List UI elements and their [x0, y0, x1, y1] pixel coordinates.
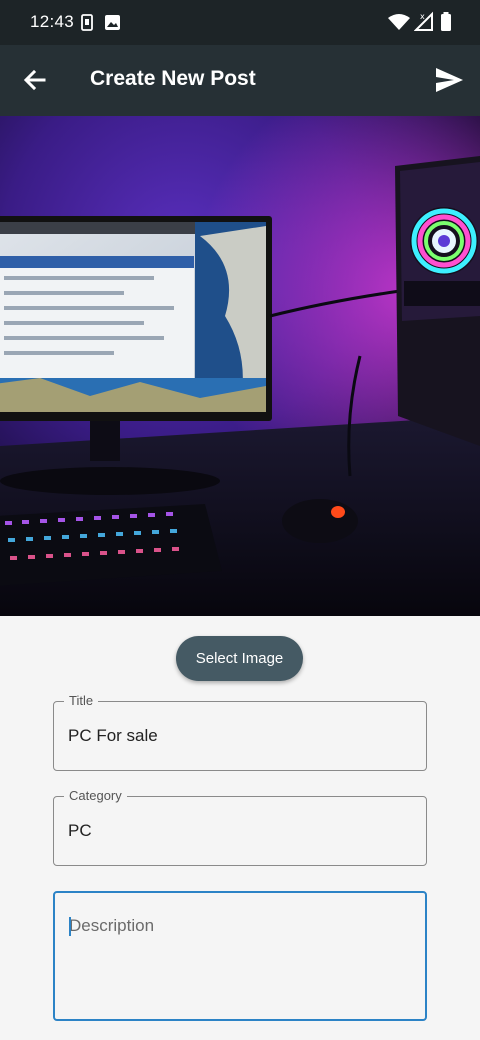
vibrate-icon — [81, 14, 93, 31]
title-field-label: Title — [64, 693, 99, 708]
page-title: Create New Post — [90, 67, 256, 90]
text-cursor — [69, 917, 71, 936]
category-field[interactable]: Category PC — [53, 788, 427, 866]
selected-image-preview — [0, 116, 480, 616]
send-icon[interactable] — [432, 63, 466, 97]
image-icon — [105, 15, 120, 30]
select-image-button[interactable]: Select Image — [176, 636, 303, 681]
arrow-back-icon[interactable] — [18, 63, 52, 97]
signal-no-service-icon: x — [414, 11, 433, 31]
category-field-label: Category — [64, 788, 127, 803]
description-field[interactable]: Description — [53, 891, 427, 1021]
title-field[interactable]: Title PC For sale — [53, 693, 427, 771]
title-field-value: PC For sale — [68, 726, 158, 745]
status-time: 12:43 — [30, 12, 75, 31]
status-bar: 12:43 x — [0, 0, 480, 45]
app-bar: Create New Post — [0, 45, 480, 116]
description-placeholder: Description — [69, 916, 155, 935]
svg-text:x: x — [420, 12, 425, 21]
battery-icon — [441, 12, 451, 31]
category-field-value: PC — [68, 821, 92, 840]
wifi-icon — [388, 14, 410, 30]
